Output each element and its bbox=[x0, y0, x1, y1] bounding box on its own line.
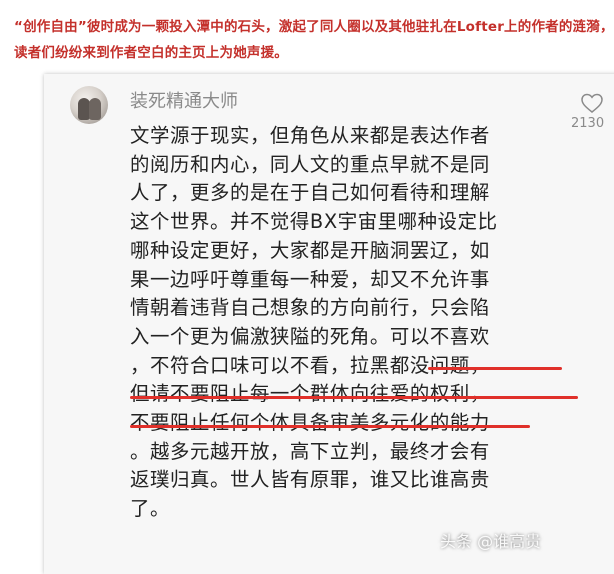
comment-card: 装死精通大师 2130 文学源于现实，但角色从来都是表达作者 的阅历和内心，同人… bbox=[44, 74, 614, 574]
highlight-underline-3 bbox=[130, 425, 530, 428]
highlight-underline-1 bbox=[428, 367, 562, 370]
avatar-figure-right bbox=[89, 98, 101, 120]
article-caption: “创作自由”彼时成为一颗投入潭中的石头，激起了同人圈以及其他驻扎在Lofter上… bbox=[14, 19, 614, 61]
watermark-text: 头条 @谁高贵 bbox=[440, 532, 542, 551]
user-avatar[interactable] bbox=[70, 86, 108, 124]
comment-body: 文学源于现实，但角色从来都是表达作者 的阅历和内心，同人文的重点早就不是同 人了… bbox=[130, 124, 498, 521]
heart-outline-icon[interactable] bbox=[580, 92, 604, 114]
highlight-underline-2 bbox=[130, 396, 578, 399]
comment-username[interactable]: 装死精通大师 bbox=[130, 90, 238, 114]
